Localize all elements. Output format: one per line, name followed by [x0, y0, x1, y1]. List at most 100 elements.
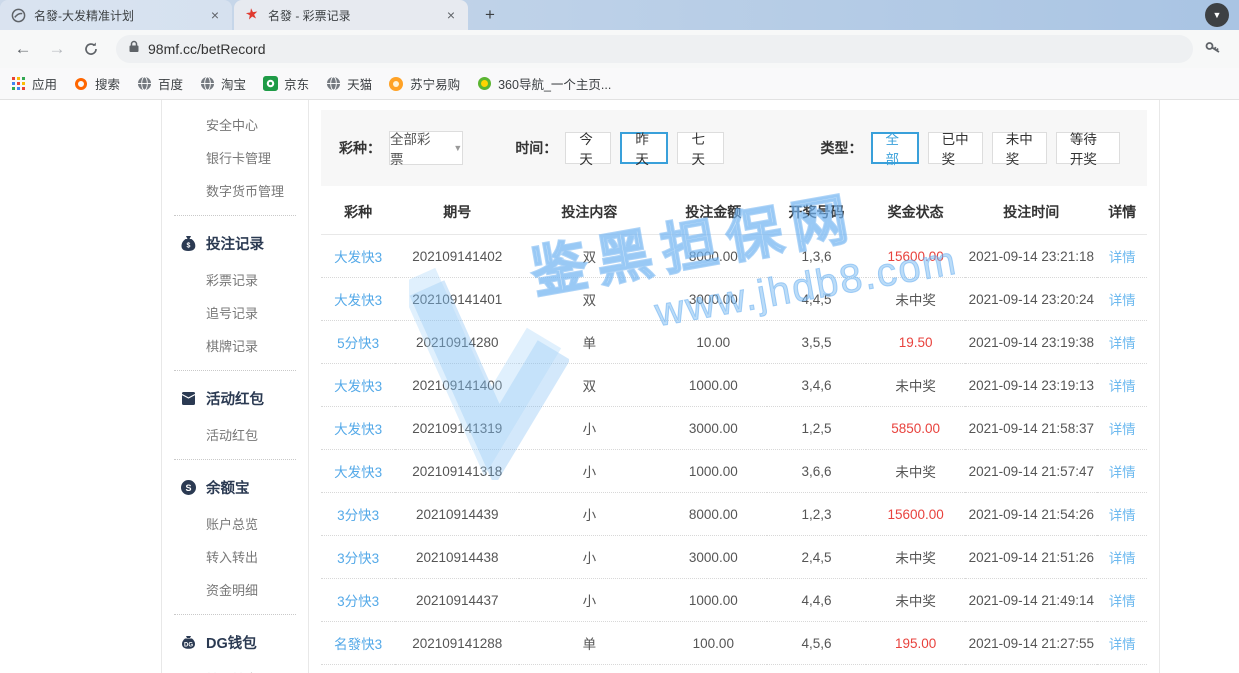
sidebar-section-label: 投注记录 — [206, 233, 264, 254]
detail-link[interactable]: 详情 — [1109, 250, 1136, 265]
type-pending-button[interactable]: 等待开奖 — [1056, 132, 1120, 164]
browser-tab-2-active[interactable]: ★ 名發 - 彩票记录 × — [234, 0, 468, 30]
sidebar-section-bet-records[interactable]: $ 投注记录 — [162, 224, 308, 263]
reload-button-icon[interactable] — [78, 36, 104, 62]
lottery-link[interactable]: 大发快3 — [321, 235, 395, 278]
table-row: 大发快3 202109141402 双 8000.00 1,3,6 15600.… — [321, 235, 1147, 278]
globe-icon — [199, 76, 215, 92]
sidebar: 安全中心 银行卡管理 数字货币管理 $ 投注记录 彩票记录 追号记录 棋牌记录 … — [162, 100, 309, 673]
time-today-button[interactable]: 今天 — [565, 132, 611, 164]
lottery-link[interactable]: 3分快3 — [321, 579, 395, 622]
sidebar-item-crypto[interactable]: 数字货币管理 — [162, 174, 308, 207]
time-cell: 2021-09-14 21:54:26 — [965, 493, 1097, 536]
sidebar-section-label: DG钱包 — [206, 632, 257, 653]
table-row: 3分快3 20210914439 小 8000.00 1,2,3 15600.0… — [321, 493, 1147, 536]
detail-link[interactable]: 详情 — [1109, 422, 1136, 437]
sidebar-item-lottery-records[interactable]: 彩票记录 — [162, 263, 308, 296]
type-won-button[interactable]: 已中奖 — [928, 132, 983, 164]
sidebar-section-dg-wallet[interactable]: DG DG钱包 — [162, 623, 308, 662]
sidebar-item-transfer[interactable]: 转入转出 — [162, 540, 308, 573]
sidebar-item-account-overview[interactable]: 账户总览 — [162, 507, 308, 540]
detail-link[interactable]: 详情 — [1109, 637, 1136, 652]
tab2-close-icon[interactable]: × — [444, 7, 458, 23]
tab1-title: 名發-大发精准计划 — [34, 7, 208, 24]
detail-link[interactable]: 详情 — [1109, 551, 1136, 566]
lottery-filter-label: 彩种： — [339, 138, 381, 158]
detail-link[interactable]: 详情 — [1109, 336, 1136, 351]
type-lost-button[interactable]: 未中奖 — [992, 132, 1047, 164]
numbers-cell: 3,4,6 — [767, 364, 866, 407]
url-text[interactable]: 98mf.cc/betRecord — [148, 41, 266, 57]
table-row: 大发快3 202109141401 双 3000.00 4,4,5 未中奖 20… — [321, 278, 1147, 321]
content-cell: 小 — [519, 536, 659, 579]
detail-link[interactable]: 详情 — [1109, 293, 1136, 308]
time-seven-days-button[interactable]: 七天 — [677, 132, 723, 164]
content-area: 彩种： 全部彩票 ▼ 时间： 今天 昨天 七天 类型： 全部 已中奖 未中奖 等… — [309, 100, 1159, 673]
issue-cell: 202109141319 — [395, 407, 519, 450]
sidebar-item-dg-transfer[interactable]: 转入转出 — [162, 662, 308, 673]
sidebar-section-red-packet[interactable]: 活动红包 — [162, 379, 308, 418]
content-cell: 双 — [519, 235, 659, 278]
bookmark-apps[interactable]: 应用 — [10, 74, 57, 93]
sidebar-item-bank-card[interactable]: 银行卡管理 — [162, 141, 308, 174]
forward-button-icon[interactable]: → — [44, 36, 70, 62]
tab2-title: 名發 - 彩票记录 — [268, 7, 444, 24]
globe-icon — [325, 76, 341, 92]
lottery-link[interactable]: 5分快3 — [321, 321, 395, 364]
lottery-link[interactable]: 大发快3 — [321, 407, 395, 450]
back-button-icon[interactable]: ← — [10, 36, 36, 62]
lottery-link[interactable]: 名發快3 — [321, 622, 395, 665]
address-bar[interactable]: 98mf.cc/betRecord — [116, 35, 1193, 63]
bookmark-360nav[interactable]: 360导航_一个主页... — [476, 74, 611, 93]
sidebar-section-yuebao[interactable]: S 余额宝 — [162, 468, 308, 507]
type-all-button[interactable]: 全部 — [871, 132, 919, 164]
detail-link[interactable]: 详情 — [1109, 379, 1136, 394]
sidebar-item-board-records[interactable]: 棋牌记录 — [162, 329, 308, 362]
bookmark-baidu[interactable]: 百度 — [136, 74, 183, 93]
issue-cell: 202109141400 — [395, 364, 519, 407]
lottery-link[interactable]: 大发快3 — [321, 450, 395, 493]
password-key-icon[interactable] — [1203, 38, 1225, 60]
lottery-link[interactable]: 3分快3 — [321, 493, 395, 536]
table-row: 名發快3 202109141288 单 100.00 4,5,6 195.00 … — [321, 622, 1147, 665]
prize-cell: 未中奖 — [866, 364, 965, 407]
sidebar-item-chase-records[interactable]: 追号记录 — [162, 296, 308, 329]
sidebar-item-fund-detail[interactable]: 资金明细 — [162, 573, 308, 606]
detail-link[interactable]: 详情 — [1109, 594, 1136, 609]
tab1-close-icon[interactable]: × — [208, 7, 222, 23]
tab-search-menu-button[interactable]: ▼ — [1205, 3, 1229, 27]
filter-bar: 彩种： 全部彩票 ▼ 时间： 今天 昨天 七天 类型： 全部 已中奖 未中奖 等… — [321, 110, 1147, 186]
bookmark-tmall[interactable]: 天猫 — [325, 74, 372, 93]
lock-icon — [128, 40, 140, 58]
issue-cell: 20210914439 — [395, 493, 519, 536]
tab1-favicon-icon — [10, 7, 26, 23]
browser-tab-1[interactable]: 名發-大发精准计划 × — [0, 0, 232, 30]
new-tab-button[interactable]: + — [478, 4, 502, 28]
lottery-link[interactable]: 大发快3 — [321, 278, 395, 321]
lottery-link[interactable]: 大发快3 — [321, 364, 395, 407]
sidebar-item-activity-redpacket[interactable]: 活动红包 — [162, 418, 308, 451]
time-cell: 2021-09-14 21:27:55 — [965, 622, 1097, 665]
bookmark-label: 应用 — [32, 74, 57, 93]
time-cell: 2021-09-14 21:58:37 — [965, 407, 1097, 450]
sidebar-item-security-center[interactable]: 安全中心 — [162, 108, 308, 141]
moneybag-icon: $ — [180, 235, 197, 252]
bookmark-suning[interactable]: 苏宁易购 — [388, 74, 460, 93]
time-cell: 2021-09-14 23:19:38 — [965, 321, 1097, 364]
table-row: 大发快3 202109141318 小 1000.00 3,6,6 未中奖 20… — [321, 450, 1147, 493]
lottery-type-select[interactable]: 全部彩票 ▼ — [389, 131, 463, 165]
col-amount: 投注金额 — [660, 190, 767, 235]
content-cell: 双 — [519, 364, 659, 407]
bookmark-taobao[interactable]: 淘宝 — [199, 74, 246, 93]
time-cell: 2021-09-14 23:19:13 — [965, 364, 1097, 407]
detail-link[interactable]: 详情 — [1109, 508, 1136, 523]
col-prize: 奖金状态 — [866, 190, 965, 235]
lottery-link[interactable]: 3分快3 — [321, 536, 395, 579]
bookmark-search[interactable]: 搜索 — [73, 74, 120, 93]
time-yesterday-button[interactable]: 昨天 — [620, 132, 668, 164]
amount-cell: 1000.00 — [660, 450, 767, 493]
bookmark-jd[interactable]: 京东 — [262, 74, 309, 93]
detail-link[interactable]: 详情 — [1109, 465, 1136, 480]
time-cell: 2021-09-14 23:20:24 — [965, 278, 1097, 321]
col-issue: 期号 — [395, 190, 519, 235]
